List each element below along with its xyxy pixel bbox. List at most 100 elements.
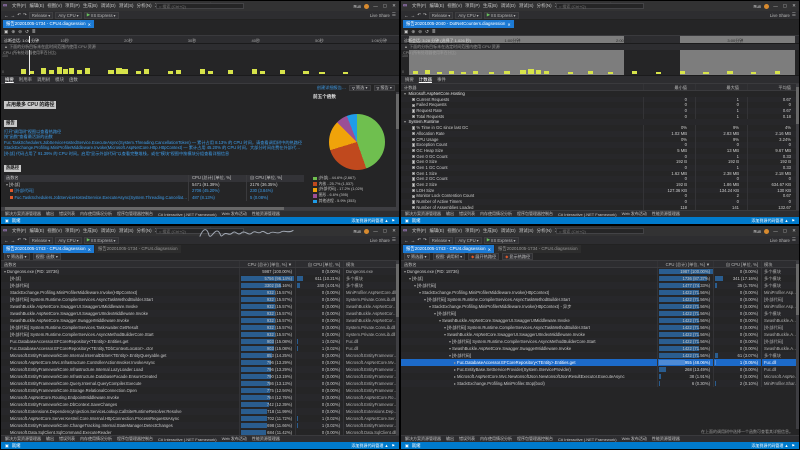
- expander-icon[interactable]: ▾: [449, 353, 451, 358]
- table-row[interactable]: [外部代码] System.Runtime.CompilerServices.A…: [1, 296, 399, 303]
- close-icon[interactable]: ✕: [88, 22, 91, 27]
- view-tab[interactable]: 计数器: [419, 77, 432, 83]
- insight-link[interactable]: [外部] 代码占用了 91.39% 的 CPU 时间。启用“显示外部代码”以查看…: [4, 151, 304, 156]
- table-row[interactable]: ▾[外部代码] System.Runtime.CompilerServices.…: [401, 324, 799, 331]
- table-row[interactable]: ▾SwashBuckle.AspNetCore.Swagger.SwaggerM…: [401, 345, 799, 352]
- checkbox[interactable]: [412, 126, 415, 129]
- table-row[interactable]: Microsoft.Data.SqlClient.SqlCommand.Exec…: [1, 429, 399, 435]
- config-dropdown[interactable]: Release ▾: [429, 12, 453, 19]
- column-header[interactable]: 平均值: [747, 84, 799, 90]
- minimize-button[interactable]: —: [772, 4, 779, 9]
- live-share-button[interactable]: Live Share: [370, 238, 390, 243]
- undo-icon[interactable]: ↶: [417, 237, 421, 243]
- menu-item[interactable]: 测试(S): [517, 228, 535, 234]
- column-header[interactable]: 最小值: [643, 84, 695, 90]
- checkbox[interactable]: [412, 109, 415, 112]
- platform-dropdown[interactable]: Any CPU ▾: [55, 12, 81, 19]
- feedback-icon[interactable]: ☰: [392, 237, 396, 243]
- platform-dropdown[interactable]: Any CPU ▾: [55, 237, 81, 244]
- feedback-icon[interactable]: ☰: [792, 12, 796, 18]
- search-input[interactable]: [162, 229, 241, 234]
- time-cursor-marker[interactable]: [29, 36, 30, 43]
- table-row[interactable]: Microsoft.EntityFrameworkCore.Internal.I…: [1, 352, 399, 359]
- view-tab[interactable]: 调用树: [37, 77, 50, 83]
- vertical-scrollbar[interactable]: [396, 261, 399, 435]
- redo-icon[interactable]: ↷: [423, 237, 427, 243]
- table-row[interactable]: ▸Fuc.DatabaseAccessor.EFCoreRepository<T…: [401, 359, 799, 366]
- notification-bell-icon[interactable]: ⚑: [791, 443, 795, 448]
- config-dropdown[interactable]: Release ▾: [429, 237, 453, 244]
- checkbox[interactable]: [412, 189, 415, 192]
- table-row[interactable]: SwashBuckle.AspNetCore.Swagger.SwaggerMi…: [1, 317, 399, 324]
- horizontal-scrollbar[interactable]: [1, 207, 399, 210]
- zoom-in-icon[interactable]: ⊕: [11, 29, 15, 35]
- live-share-button[interactable]: Live Share: [770, 13, 790, 18]
- menu-item[interactable]: 测试(S): [117, 228, 135, 234]
- table-row[interactable]: ▾Dungeons.exe (PID: 18736) 1987 (100.00%…: [401, 268, 799, 275]
- table-row[interactable]: [外部] 5756 (96.14%) 611 (10.21%) 多个模块: [1, 275, 399, 282]
- menu-item[interactable]: 调试(D): [499, 3, 517, 9]
- menu-item[interactable]: 分析(N): [135, 228, 153, 234]
- view-tab[interactable]: 模块: [55, 77, 64, 83]
- table-row[interactable]: ▾[外部代码] System.Runtime.CompilerServices.…: [401, 338, 799, 345]
- vertical-scrollbar[interactable]: [396, 92, 399, 207]
- maximize-button[interactable]: ▢: [782, 228, 788, 234]
- navigate-back-icon[interactable]: ←: [4, 13, 9, 18]
- minimize-button[interactable]: —: [772, 229, 779, 234]
- notification-bell-icon[interactable]: ⚑: [791, 218, 795, 223]
- expander-icon[interactable]: ▾: [444, 325, 446, 330]
- column-header[interactable]: 自 CPU [单位, %]: [713, 261, 761, 267]
- expander-icon[interactable]: ▾: [6, 182, 8, 187]
- close-icon[interactable]: ✕: [507, 22, 510, 27]
- close-button[interactable]: ✕: [391, 228, 397, 234]
- menu-item[interactable]: 分析(N): [535, 228, 553, 234]
- table-row[interactable]: ▾SwashBuckle.AspNetCore.SwaggerUI.Swagge…: [401, 317, 799, 324]
- menu-item[interactable]: 项目(P): [464, 228, 482, 234]
- expander-icon[interactable]: ▾: [444, 332, 446, 337]
- start-debug-button[interactable]: ▶IIS Express ▾: [484, 237, 519, 244]
- table-row[interactable]: ▾Dungeons.exe (PID: 18736) 5987 (100.00%…: [1, 268, 399, 275]
- redo-icon[interactable]: ↷: [423, 12, 427, 18]
- table-row[interactable]: Microsoft.EntityFrameworkCore.ChangeTrac…: [1, 422, 399, 429]
- view-tab[interactable]: 事件: [437, 77, 446, 83]
- navigate-back-icon[interactable]: ←: [404, 13, 409, 18]
- view-tab[interactable]: 函数: [69, 77, 78, 83]
- expander-icon[interactable]: ▸: [454, 360, 456, 365]
- start-debug-button[interactable]: ▶IIS Express ▾: [84, 12, 119, 19]
- menu-item[interactable]: 编辑(E): [428, 228, 446, 234]
- close-button[interactable]: ✕: [791, 228, 797, 234]
- zoom-out-icon[interactable]: ⊖: [18, 29, 22, 35]
- column-header[interactable]: 模块: [761, 261, 799, 267]
- menu-item[interactable]: 测试(S): [517, 3, 535, 9]
- close-button[interactable]: ✕: [791, 3, 797, 9]
- search-input[interactable]: [162, 4, 241, 9]
- table-row[interactable]: [外部代码] System.Runtime.CompilerServices.T…: [1, 324, 399, 331]
- menu-item[interactable]: 项目(P): [464, 3, 482, 9]
- table-row[interactable]: ▸Fuc.EntityBase.SetServiceProvider(Syste…: [401, 366, 799, 373]
- navigate-forward-icon[interactable]: →: [411, 13, 416, 18]
- avatar[interactable]: [764, 229, 769, 234]
- table-row[interactable]: Microsoft.EntityFrameworkCore.DbContext.…: [1, 401, 399, 408]
- feedback-icon[interactable]: ☰: [792, 237, 796, 243]
- menu-item[interactable]: 编辑(E): [28, 228, 46, 234]
- redo-icon[interactable]: ↷: [23, 237, 27, 243]
- config-dropdown[interactable]: Release ▾: [29, 12, 53, 19]
- start-debug-button[interactable]: ▶IIS Express ▾: [484, 12, 519, 19]
- expander-icon[interactable]: ▾: [439, 318, 441, 323]
- table-row[interactable]: [外部代码] 3302 (55.16%) 240 (4.01%) 多个模块: [1, 282, 399, 289]
- column-header[interactable]: 函数名: [1, 261, 239, 267]
- insight-link[interactable]: StackExchange.Profiling.MiniProfilerMidd…: [4, 145, 304, 150]
- navigate-forward-icon[interactable]: →: [11, 13, 16, 18]
- menu-item[interactable]: 测试(S): [117, 3, 135, 9]
- export-icon[interactable]: ≣: [32, 29, 36, 35]
- table-row[interactable]: Fuc.TaskSchedulers.JobServiceHostedServi…: [4, 195, 304, 202]
- expander-icon[interactable]: ▸: [454, 367, 456, 372]
- document-tab[interactable]: 报告20201005-2040 - DotNetCounters.diagses…: [403, 20, 514, 28]
- checkbox[interactable]: [412, 98, 415, 101]
- checkbox[interactable]: [412, 195, 415, 198]
- checkbox[interactable]: [412, 177, 415, 180]
- checkbox[interactable]: [412, 166, 415, 169]
- menu-item[interactable]: 文件(F): [10, 228, 28, 234]
- expander-icon[interactable]: ▾: [429, 304, 431, 309]
- column-header[interactable]: 最大值: [695, 84, 747, 90]
